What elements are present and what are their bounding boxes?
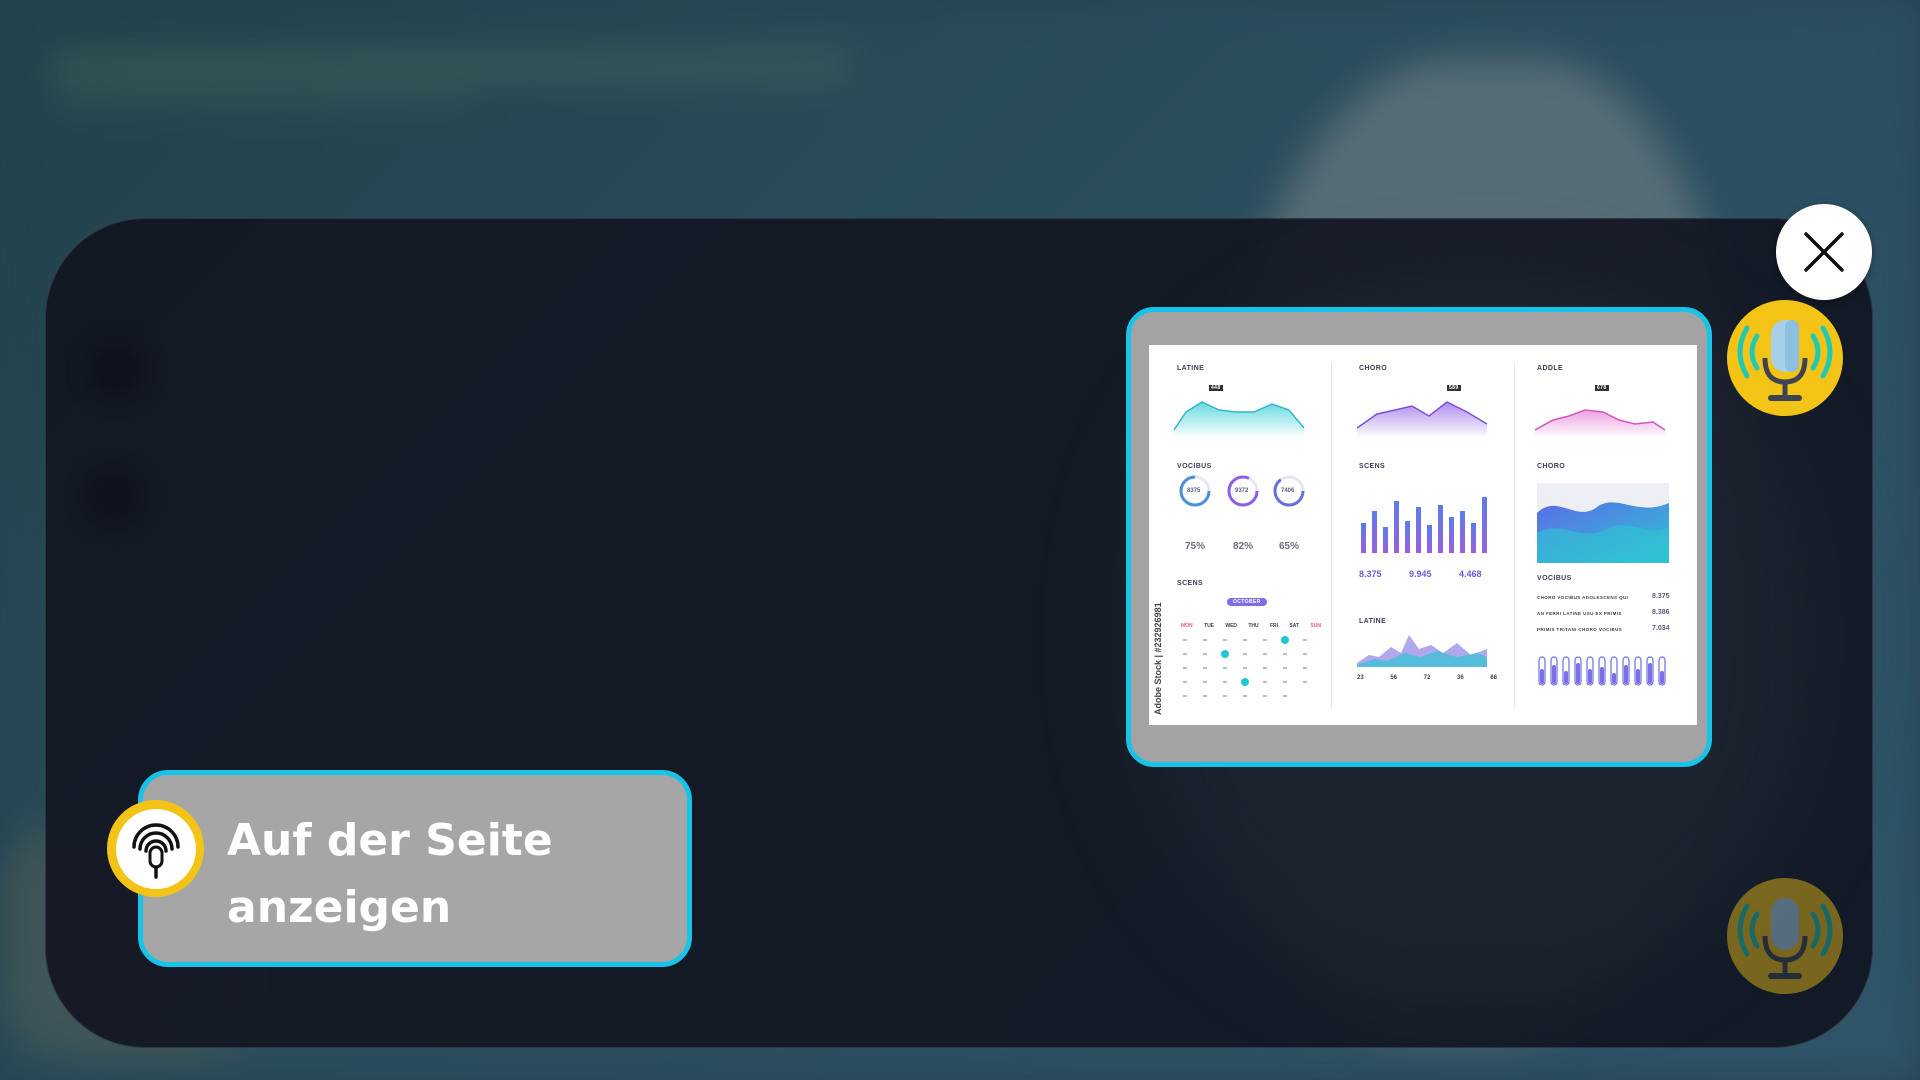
latine-area-chart	[1174, 401, 1305, 438]
microphone-icon	[1737, 898, 1833, 979]
progress-rings	[1179, 475, 1305, 507]
stock-watermark: Adobe Stock | #232926981	[1153, 602, 1163, 715]
chip-value: 72	[1423, 675, 1431, 681]
ring-value: 8375	[1187, 488, 1201, 494]
vocibus-row-value: 8.375	[1652, 593, 1670, 600]
chip-value: 23	[1357, 675, 1364, 681]
voice-command-line: anzeigen	[227, 882, 452, 933]
voice-command-line: Auf der Seite	[227, 815, 553, 866]
choro-area-chart	[1357, 401, 1488, 438]
ring-value: 9372	[1235, 488, 1249, 494]
background-subheading	[50, 92, 470, 108]
voice-command-text: Auf der Seite anzeigen	[227, 807, 647, 941]
microphone-icon	[1737, 320, 1833, 401]
weekday-label: THU	[1248, 623, 1259, 629]
column-divider	[1514, 363, 1515, 708]
panel-ghost-dot	[86, 339, 146, 399]
choro-wave-panel	[1537, 483, 1669, 563]
vocibus-row-label: AN FERRI LATINE USU EX PRIMIS	[1537, 611, 1622, 616]
close-icon	[1804, 232, 1844, 272]
latine-wave-chart	[1357, 635, 1487, 667]
vocibus-row-label: PRIMIS TRITANI CHORO VOCIBUS	[1537, 627, 1623, 632]
chip-value: 68	[1490, 675, 1497, 681]
bubble-avatar-inner	[115, 808, 196, 889]
column-divider	[1331, 363, 1332, 708]
dash-vocibus-label: VOCIBUS	[1177, 463, 1212, 470]
ring-percent: 75%	[1185, 541, 1206, 552]
vocibus-row-label: CHORO VOCIBUS ADOLESCENS QUI	[1537, 595, 1629, 600]
calendar-weekdays: MON TUE WED THU FRI SAT SUN	[1181, 623, 1321, 629]
dash-scens-label: SCENS	[1177, 580, 1204, 587]
dash-addle-label: ADDLE	[1537, 365, 1564, 372]
dash-latine-label: LATINE	[1177, 365, 1205, 372]
microphone-broadcast-icon	[131, 822, 180, 879]
addle-area-chart	[1535, 409, 1666, 438]
weekday-label: SUN	[1310, 623, 1321, 629]
weekday-label: FRI	[1270, 623, 1279, 629]
scens-bar-chart	[1361, 497, 1487, 553]
vocibus-row-value: 8.386	[1652, 609, 1670, 616]
bubble-avatar	[107, 800, 204, 897]
close-button[interactable]	[1776, 204, 1872, 300]
weekday-label: WED	[1225, 623, 1238, 629]
ring-value: 7406	[1281, 488, 1295, 494]
chip-value: 36	[1456, 675, 1464, 681]
stat-value: 4.468	[1459, 569, 1482, 579]
vocibus-pill-bars	[1538, 656, 1666, 686]
dashboard-thumbnail: LATINE 448 VOCIBUS 8375 9372 7406 75% 82…	[1149, 345, 1697, 725]
page-preview-card[interactable]: LATINE 448 VOCIBUS 8375 9372 7406 75% 82…	[1126, 307, 1712, 767]
weekday-label: MON	[1181, 623, 1193, 629]
background-heading	[50, 52, 850, 82]
calendar-grid	[1183, 636, 1307, 697]
chip-value: 56	[1390, 675, 1398, 681]
panel-ghost-dot	[86, 469, 141, 524]
ring-percent: 65%	[1279, 541, 1300, 552]
dash-scens-label: SCENS	[1359, 463, 1386, 470]
calendar-month: OCTOBER	[1227, 598, 1267, 606]
weekday-label: SAT	[1289, 623, 1300, 629]
dash-latine-label: LATINE	[1359, 618, 1387, 625]
stat-value: 9.945	[1409, 569, 1432, 579]
stat-value: 8.375	[1359, 569, 1382, 579]
ring-percent: 82%	[1233, 541, 1254, 552]
voice-command-bubble[interactable]: Auf der Seite anzeigen	[138, 770, 692, 967]
dash-choro-label: CHORO	[1359, 365, 1388, 372]
latine-chips: 23 56 72 36 68	[1357, 675, 1497, 681]
microphone-button[interactable]	[1727, 300, 1843, 416]
dash-vocibus-label: VOCIBUS	[1537, 575, 1572, 582]
microphone-secondary-button[interactable]	[1727, 878, 1843, 994]
vocibus-row-value: 7.034	[1652, 625, 1670, 632]
dash-choro-label: CHORO	[1537, 463, 1566, 470]
weekday-label: TUE	[1204, 623, 1215, 629]
